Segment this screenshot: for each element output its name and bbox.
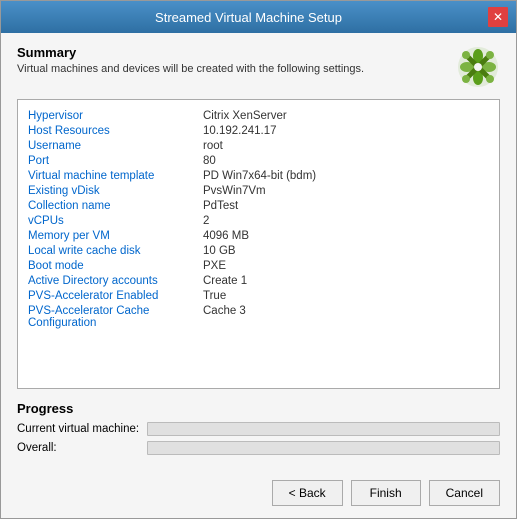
info-row-label: Memory per VM [28,230,203,242]
info-row: HypervisorCitrix XenServer [28,108,489,123]
summary-text: Summary Virtual machines and devices wil… [17,45,446,75]
progress-title: Progress [17,401,500,416]
info-row-value: 2 [203,215,209,227]
info-row-label: Active Directory accounts [28,275,203,287]
current-vm-label: Current virtual machine: [17,423,147,435]
back-button[interactable]: < Back [272,480,343,506]
info-row-label: Existing vDisk [28,185,203,197]
info-row: Collection namePdTest [28,198,489,213]
info-row: Existing vDiskPvsWin7Vm [28,183,489,198]
info-row-value: True [203,290,226,302]
current-vm-progress-bar [147,422,500,436]
finish-button[interactable]: Finish [351,480,421,506]
info-row-value: PXE [203,260,226,272]
button-row: < Back Finish Cancel [1,472,516,518]
citrix-logo [456,45,500,89]
info-row-label: Virtual machine template [28,170,203,182]
info-row-label: Collection name [28,200,203,212]
info-row-label: Local write cache disk [28,245,203,257]
info-row-value: Cache 3 [203,305,246,329]
info-row-value: 80 [203,155,216,167]
summary-description: Virtual machines and devices will be cre… [17,63,446,75]
info-row-value: 10.192.241.17 [203,125,277,137]
info-box: HypervisorCitrix XenServerHost Resources… [17,99,500,389]
overall-label: Overall: [17,442,147,454]
info-row-value: Citrix XenServer [203,110,287,122]
info-row-label: Username [28,140,203,152]
info-row-label: Boot mode [28,260,203,272]
info-row: Port80 [28,153,489,168]
info-row: PVS-Accelerator EnabledTrue [28,288,489,303]
info-row-value: PdTest [203,200,238,212]
summary-section: Summary Virtual machines and devices wil… [17,45,500,89]
overall-progress-row: Overall: [17,441,500,455]
info-row-label: Host Resources [28,125,203,137]
summary-title: Summary [17,45,446,60]
info-row-value: root [203,140,223,152]
info-row: PVS-Accelerator Cache ConfigurationCache… [28,303,489,330]
info-row: Local write cache disk10 GB [28,243,489,258]
info-row-value: 10 GB [203,245,236,257]
progress-section: Progress Current virtual machine: Overal… [17,401,500,460]
info-row: Virtual machine templatePD Win7x64-bit (… [28,168,489,183]
info-row-label: Port [28,155,203,167]
dialog-title: Streamed Virtual Machine Setup [9,10,488,25]
info-row-value: Create 1 [203,275,247,287]
info-row-value: 4096 MB [203,230,249,242]
info-row: Active Directory accountsCreate 1 [28,273,489,288]
info-row-label: PVS-Accelerator Cache Configuration [28,305,203,329]
info-row: vCPUs2 [28,213,489,228]
info-row: Memory per VM4096 MB [28,228,489,243]
cancel-button[interactable]: Cancel [429,480,500,506]
overall-progress-bar [147,441,500,455]
info-row: Boot modePXE [28,258,489,273]
info-row-label: vCPUs [28,215,203,227]
current-vm-progress-row: Current virtual machine: [17,422,500,436]
info-row-value: PvsWin7Vm [203,185,266,197]
info-row-label: Hypervisor [28,110,203,122]
info-row-label: PVS-Accelerator Enabled [28,290,203,302]
info-row: Host Resources10.192.241.17 [28,123,489,138]
main-content: Summary Virtual machines and devices wil… [1,33,516,472]
close-button[interactable]: ✕ [488,7,508,27]
info-row: Usernameroot [28,138,489,153]
info-row-value: PD Win7x64-bit (bdm) [203,170,316,182]
dialog: Streamed Virtual Machine Setup ✕ Summary… [0,0,517,519]
title-bar: Streamed Virtual Machine Setup ✕ [1,1,516,33]
